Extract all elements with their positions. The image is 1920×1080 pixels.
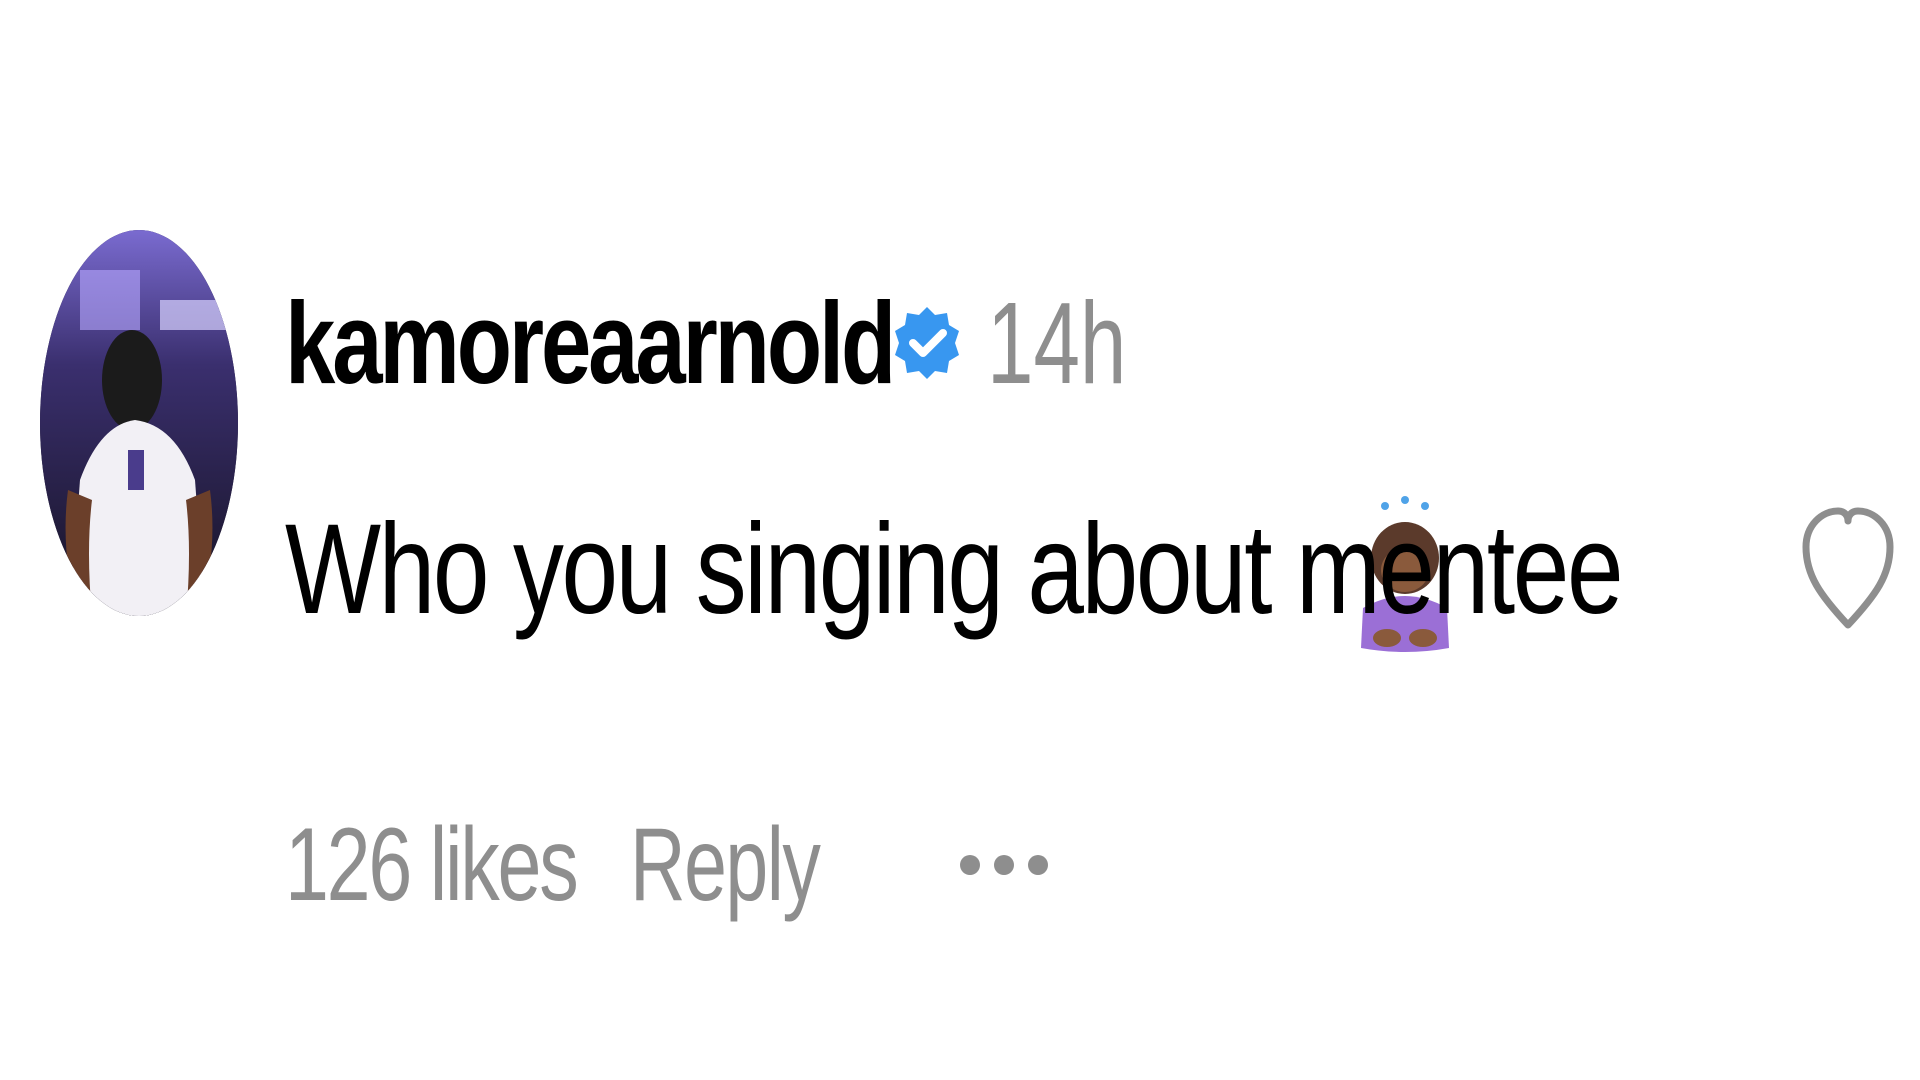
comment-text: Who you singing about mentee bbox=[285, 498, 1624, 641]
verified-badge-icon bbox=[887, 303, 967, 383]
comment-item: kamoreaarnold 14h Who you singing about … bbox=[0, 0, 1920, 1080]
more-dot bbox=[960, 855, 980, 875]
comment-body: Who you singing about mentee bbox=[285, 480, 1624, 660]
username-link[interactable]: kamoreaarnold bbox=[285, 268, 896, 418]
more-dot bbox=[994, 855, 1014, 875]
avatar-photo bbox=[40, 230, 238, 616]
comment-header: kamoreaarnold 14h bbox=[285, 268, 1181, 418]
comment-timestamp[interactable]: 14h bbox=[987, 268, 1126, 418]
more-dot bbox=[1028, 855, 1048, 875]
like-heart-icon[interactable] bbox=[1800, 485, 1896, 645]
more-options-icon[interactable] bbox=[960, 845, 1048, 885]
likes-count[interactable]: 126 likes bbox=[285, 806, 579, 925]
reply-button[interactable]: Reply bbox=[630, 806, 874, 925]
avatar[interactable] bbox=[40, 230, 238, 616]
comment-footer: 126 likes Reply bbox=[285, 800, 1048, 930]
